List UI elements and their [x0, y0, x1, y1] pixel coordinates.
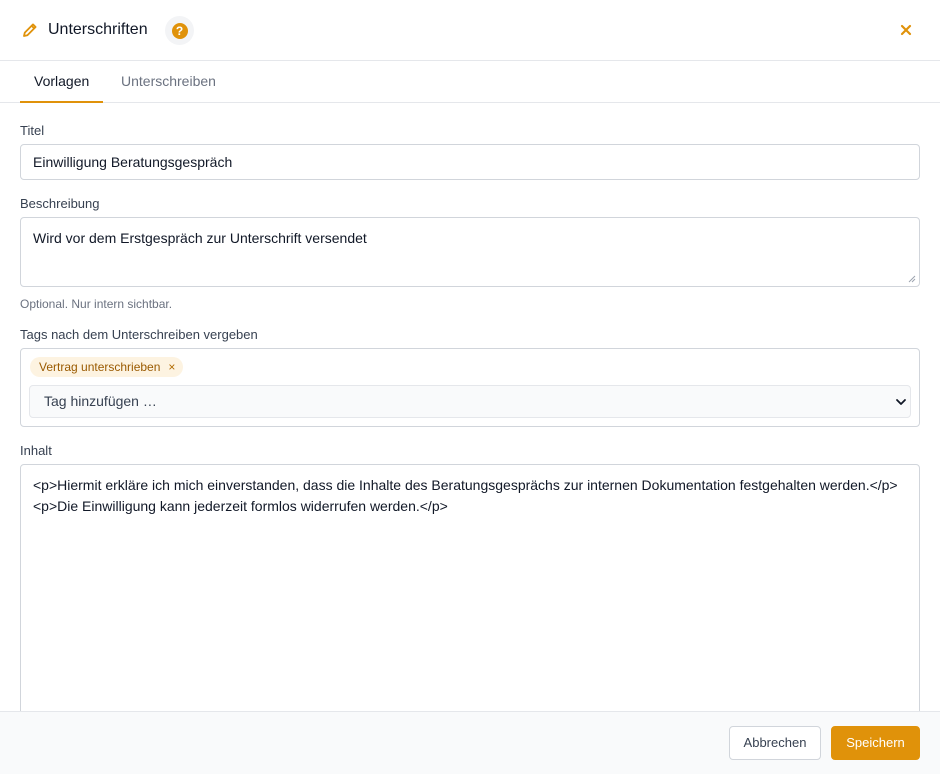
tag-remove-icon[interactable]: ×	[168, 357, 175, 377]
tag-select-placeholder: Tag hinzufügen …	[44, 393, 157, 409]
close-icon[interactable]	[896, 20, 916, 40]
title-input[interactable]: Einwilligung Beratungsgespräch	[20, 144, 920, 180]
content-label: Inhalt	[20, 443, 52, 458]
dialog-header: Unterschriften ?	[0, 0, 940, 61]
description-text: Wird vor dem Erstgespräch zur Unterschri…	[33, 230, 367, 246]
signatures-dialog: Unterschriften ? Vorlagen Unterschreiben…	[0, 0, 940, 774]
help-button[interactable]: ?	[165, 16, 194, 45]
tag-chip: Vertrag unterschrieben ×	[30, 357, 184, 377]
tags-field: Vertrag unterschrieben × Tag hinzufügen …	[20, 348, 920, 427]
content-line: <p>Hiermit erkläre ich mich einverstande…	[33, 477, 898, 493]
tag-chip-label: Vertrag unterschrieben	[39, 360, 161, 374]
dialog-footer: Abbrechen Speichern	[0, 711, 940, 774]
title-label: Titel	[20, 123, 45, 138]
content-textarea[interactable]: <p>Hiermit erkläre ich mich einverstande…	[20, 464, 920, 724]
tags-label: Tags nach dem Unterschreiben vergeben	[20, 327, 258, 342]
tab-unterschreiben[interactable]: Unterschreiben	[107, 61, 230, 103]
description-label: Beschreibung	[20, 196, 100, 211]
tag-select[interactable]: Tag hinzufügen …	[29, 385, 911, 418]
help-icon: ?	[171, 22, 188, 39]
chevron-down-icon	[896, 399, 906, 405]
cancel-button[interactable]: Abbrechen	[729, 726, 821, 760]
resize-handle-icon[interactable]	[908, 275, 916, 283]
dialog-title: Unterschriften	[48, 21, 148, 38]
tab-bar: Vorlagen Unterschreiben	[0, 61, 940, 103]
tab-vorlagen[interactable]: Vorlagen	[20, 61, 104, 103]
save-button[interactable]: Speichern	[831, 726, 920, 760]
content-line: <p>Die Einwilligung kann jederzeit forml…	[33, 498, 448, 514]
pencil-icon	[23, 23, 37, 37]
description-hint: Optional. Nur intern sichtbar.	[20, 297, 173, 311]
description-textarea[interactable]: Wird vor dem Erstgespräch zur Unterschri…	[20, 217, 920, 287]
